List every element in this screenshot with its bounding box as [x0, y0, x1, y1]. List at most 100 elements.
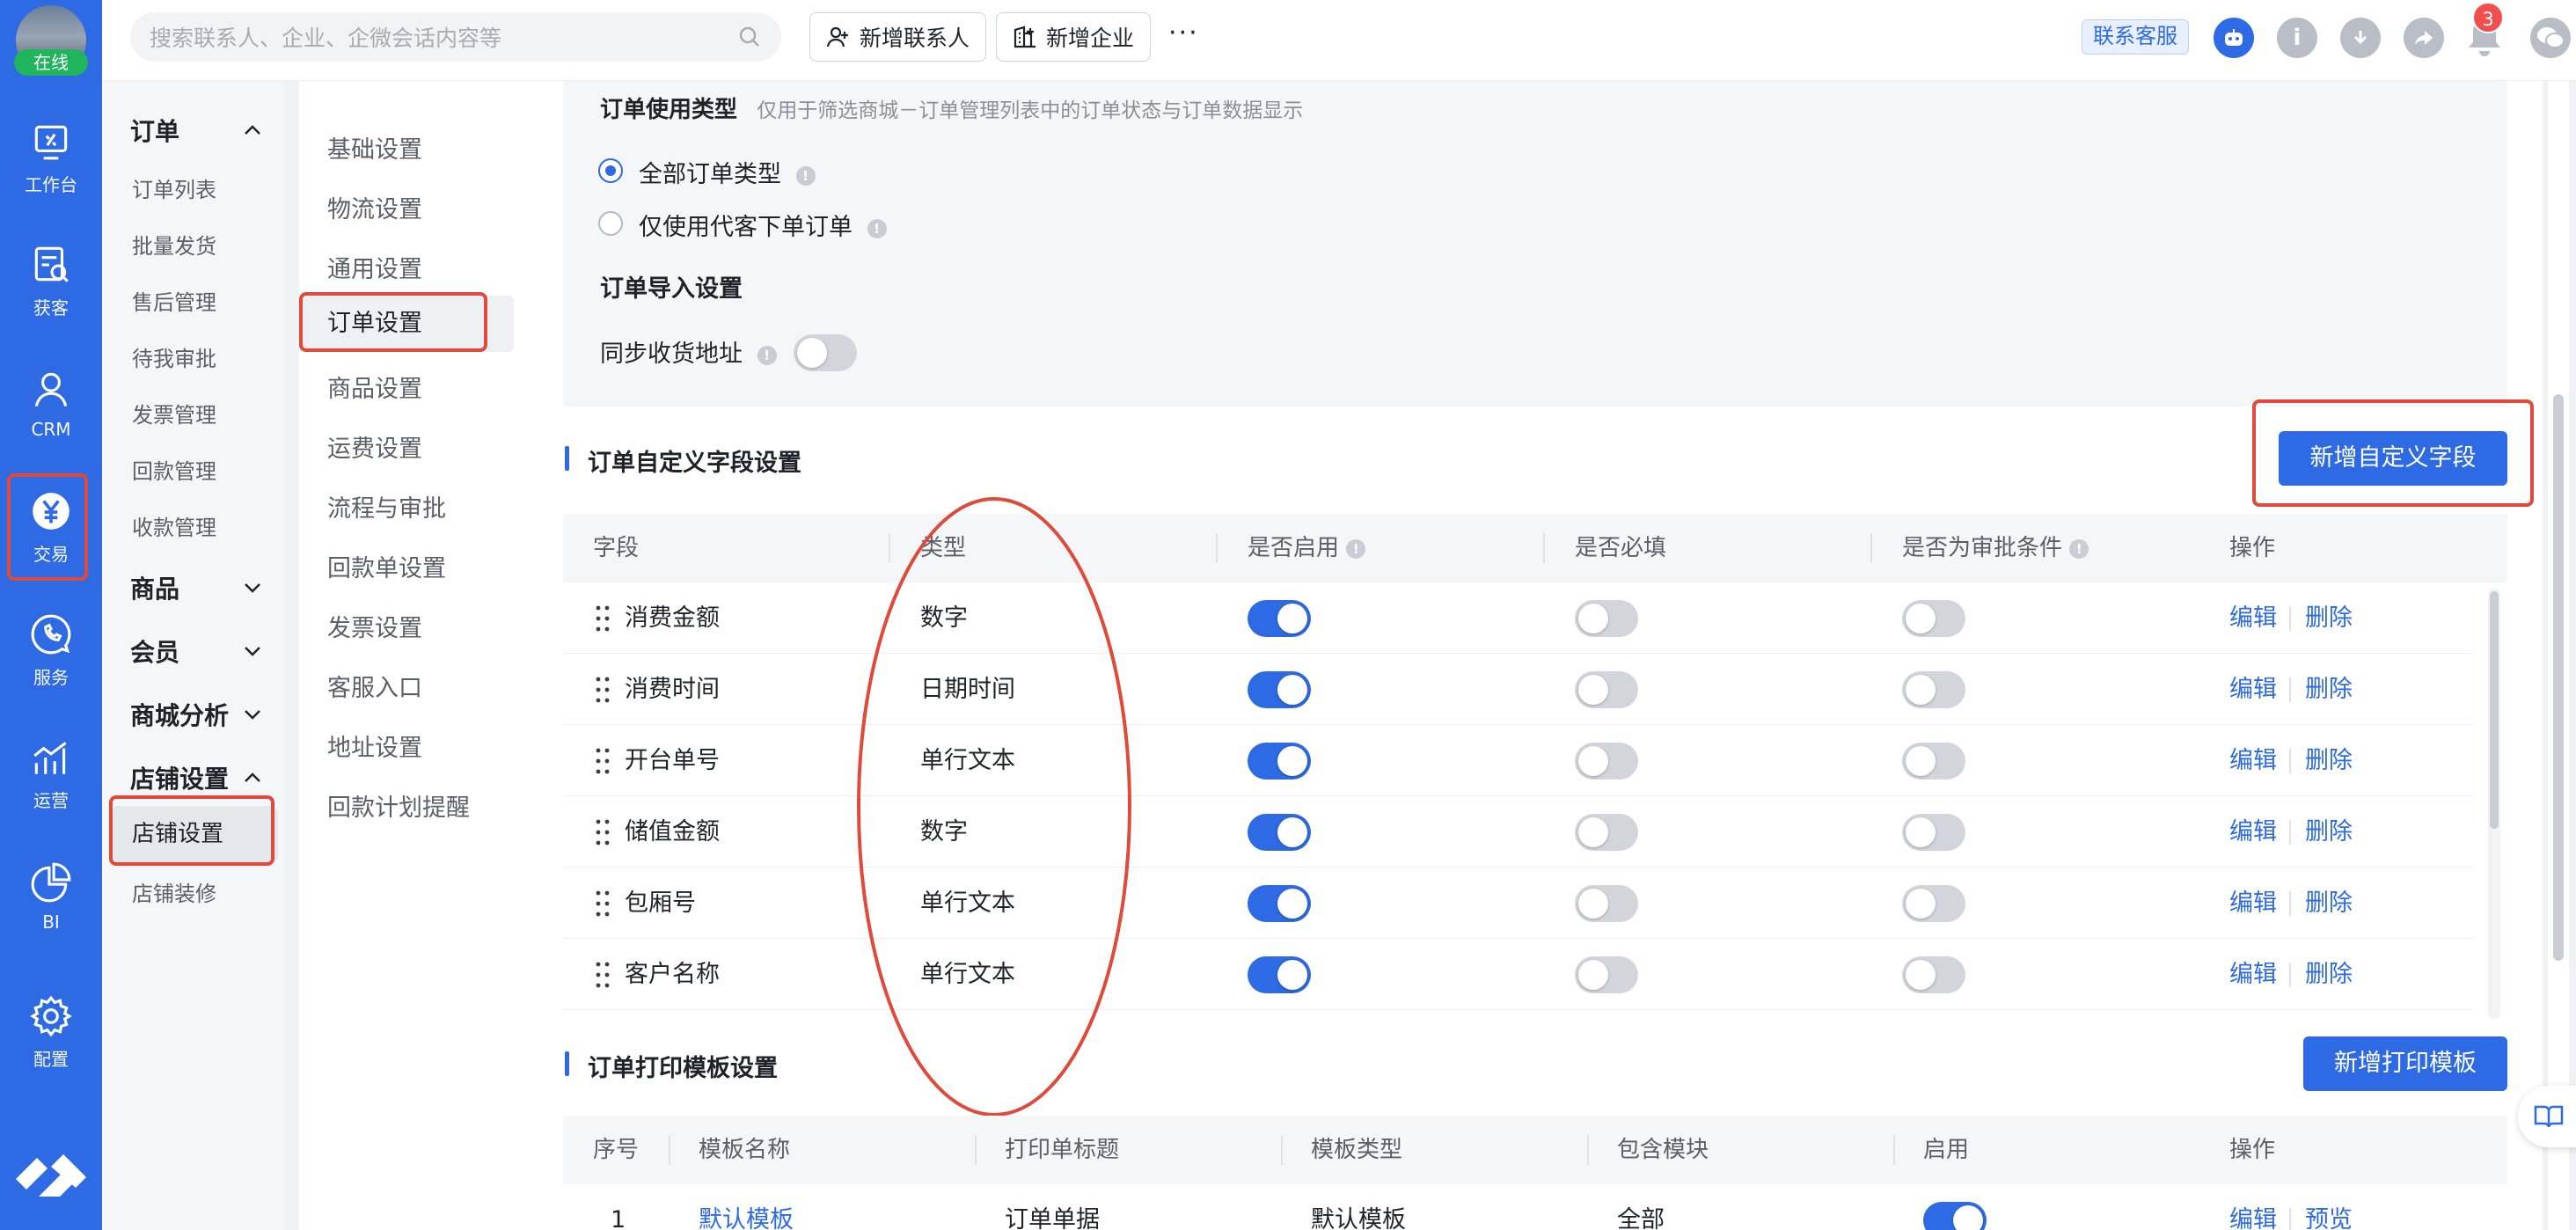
info-icon[interactable]: ! [2069, 538, 2089, 559]
field-approval-toggle[interactable] [1902, 885, 1965, 922]
field-required-toggle[interactable] [1575, 814, 1638, 851]
info-icon[interactable]: ! [867, 218, 887, 238]
nav-item-after-sales[interactable]: 售后管理 [132, 285, 216, 316]
settings-nav-address[interactable]: 地址设置 [327, 728, 422, 763]
field-required-toggle[interactable] [1575, 885, 1638, 922]
more-menu-button[interactable]: ··· [1168, 18, 1199, 48]
settings-nav-payment-receipt[interactable]: 回款单设置 [327, 549, 446, 583]
share-icon[interactable] [2404, 18, 2444, 58]
nav-group-order[interactable]: 订单 [130, 113, 262, 148]
radio-all-order-types[interactable] [598, 158, 623, 183]
drag-handle-icon[interactable] [595, 890, 611, 918]
page-scrollbar-thumb[interactable] [2553, 394, 2564, 961]
rail-item-crm[interactable]: CRM [0, 352, 102, 456]
nav-item-my-approval[interactable]: 待我审批 [132, 341, 216, 372]
settings-nav-process[interactable]: 流程与审批 [327, 489, 446, 523]
delete-field-link[interactable]: 删除 [2305, 582, 2353, 654]
nav-group-shop-settings[interactable]: 店铺设置 [130, 760, 262, 795]
settings-nav-order-active[interactable]: 订单设置 [299, 296, 514, 352]
guide-float-button[interactable] [2518, 1086, 2576, 1147]
info-icon[interactable]: i [2277, 18, 2317, 58]
nav-item-collection[interactable]: 收款管理 [132, 510, 216, 541]
field-required-toggle[interactable] [1575, 671, 1638, 708]
preview-template-link[interactable]: 预览 [2305, 1184, 2353, 1230]
delete-field-link[interactable]: 删除 [2305, 868, 2353, 939]
rail-item-bi[interactable]: BI [0, 845, 102, 948]
settings-nav-basic[interactable]: 基础设置 [327, 130, 422, 165]
nav-item-shop-decoration[interactable]: 店铺装修 [132, 876, 216, 907]
nav-item-order-list[interactable]: 订单列表 [132, 172, 216, 203]
sync-address-toggle[interactable] [794, 334, 857, 371]
drag-handle-icon[interactable] [595, 818, 611, 846]
field-enabled-toggle[interactable] [1248, 885, 1311, 922]
delete-field-link[interactable]: 删除 [2305, 796, 2353, 868]
add-custom-field-button[interactable]: 新增自定义字段 [2279, 431, 2507, 486]
edit-template-link[interactable]: 编辑 [2229, 1184, 2277, 1230]
edit-field-link[interactable]: 编辑 [2229, 868, 2277, 939]
drag-handle-icon[interactable] [595, 961, 611, 989]
settings-nav-freight[interactable]: 运费设置 [327, 429, 422, 464]
field-approval-toggle[interactable] [1902, 671, 1965, 708]
rail-item-service[interactable]: 服务 [0, 598, 102, 702]
field-enabled-toggle[interactable] [1248, 743, 1311, 780]
support-button[interactable]: 联系客服 [2082, 19, 2189, 55]
field-required-toggle[interactable] [1575, 600, 1638, 637]
table-scrollbar-track[interactable] [2488, 588, 2500, 1019]
field-enabled-toggle[interactable] [1248, 814, 1311, 851]
field-approval-toggle[interactable] [1902, 743, 1965, 780]
field-enabled-toggle[interactable] [1248, 956, 1311, 993]
nav-item-invoice[interactable]: 发票管理 [132, 398, 216, 428]
new-company-button[interactable]: 新增企业 [996, 12, 1152, 62]
rail-item-trade[interactable]: 交易 [0, 475, 102, 579]
nav-item-shop-settings-active[interactable]: 店铺设置 [111, 806, 278, 862]
page-scrollbar-track[interactable] [2548, 81, 2569, 1230]
drag-handle-icon[interactable] [595, 676, 611, 704]
rail-item-ops[interactable]: 运营 [0, 721, 102, 825]
cell-template-name-link[interactable]: 默认模板 [699, 1184, 794, 1230]
field-enabled-toggle[interactable] [1248, 600, 1311, 637]
edit-field-link[interactable]: 编辑 [2229, 796, 2277, 868]
edit-field-link[interactable]: 编辑 [2229, 725, 2277, 796]
settings-nav-general[interactable]: 通用设置 [327, 250, 422, 284]
field-approval-toggle[interactable] [1902, 814, 1965, 851]
info-icon[interactable]: ! [795, 165, 816, 186]
field-enabled-toggle[interactable] [1248, 671, 1311, 708]
new-contact-button[interactable]: 新增联系人 [809, 12, 987, 62]
info-icon[interactable]: ! [1346, 538, 1366, 559]
nav-group-member[interactable]: 会员 [130, 633, 262, 669]
delete-field-link[interactable]: 删除 [2305, 725, 2353, 796]
download-icon[interactable] [2340, 18, 2381, 58]
field-required-toggle[interactable] [1575, 956, 1638, 993]
edit-field-link[interactable]: 编辑 [2229, 582, 2277, 654]
settings-nav-invoice[interactable]: 发票设置 [327, 609, 422, 643]
col-separator [1281, 1135, 1283, 1165]
delete-field-link[interactable]: 删除 [2305, 654, 2353, 725]
nav-item-payment-back[interactable]: 回款管理 [132, 454, 216, 485]
rail-item-workbench[interactable]: 工作台 [0, 106, 102, 209]
robot-icon[interactable] [2214, 18, 2254, 58]
add-print-template-button[interactable]: 新增打印模板 [2303, 1036, 2507, 1091]
wechat-icon[interactable] [2530, 18, 2571, 58]
info-icon[interactable]: ! [757, 345, 777, 365]
delete-field-link[interactable]: 删除 [2305, 939, 2353, 1010]
settings-nav-service-entry[interactable]: 客服入口 [327, 669, 422, 703]
nav-group-mall-analysis[interactable]: 商城分析 [130, 697, 262, 732]
radio-proxy-orders[interactable] [598, 211, 623, 236]
search-input[interactable]: 搜索联系人、企业、企微会话内容等 [130, 12, 781, 62]
field-approval-toggle[interactable] [1902, 600, 1965, 637]
print-template-enabled-toggle[interactable] [1923, 1202, 1987, 1230]
rail-item-acquire[interactable]: 获客 [0, 229, 102, 333]
edit-field-link[interactable]: 编辑 [2229, 939, 2277, 1010]
settings-nav-logistics[interactable]: 物流设置 [327, 190, 422, 224]
drag-handle-icon[interactable] [595, 747, 611, 775]
rail-item-config[interactable]: 配置 [0, 980, 102, 1084]
settings-nav-goods[interactable]: 商品设置 [327, 370, 422, 404]
drag-handle-icon[interactable] [595, 604, 611, 633]
edit-field-link[interactable]: 编辑 [2229, 654, 2277, 725]
nav-group-goods[interactable]: 商品 [130, 570, 262, 605]
settings-nav-payment-plan[interactable]: 回款计划提醒 [327, 788, 470, 823]
nav-item-batch-ship[interactable]: 批量发货 [132, 229, 216, 260]
field-approval-toggle[interactable] [1902, 956, 1965, 993]
field-required-toggle[interactable] [1575, 743, 1638, 780]
table-scrollbar-thumb[interactable] [2490, 591, 2499, 829]
